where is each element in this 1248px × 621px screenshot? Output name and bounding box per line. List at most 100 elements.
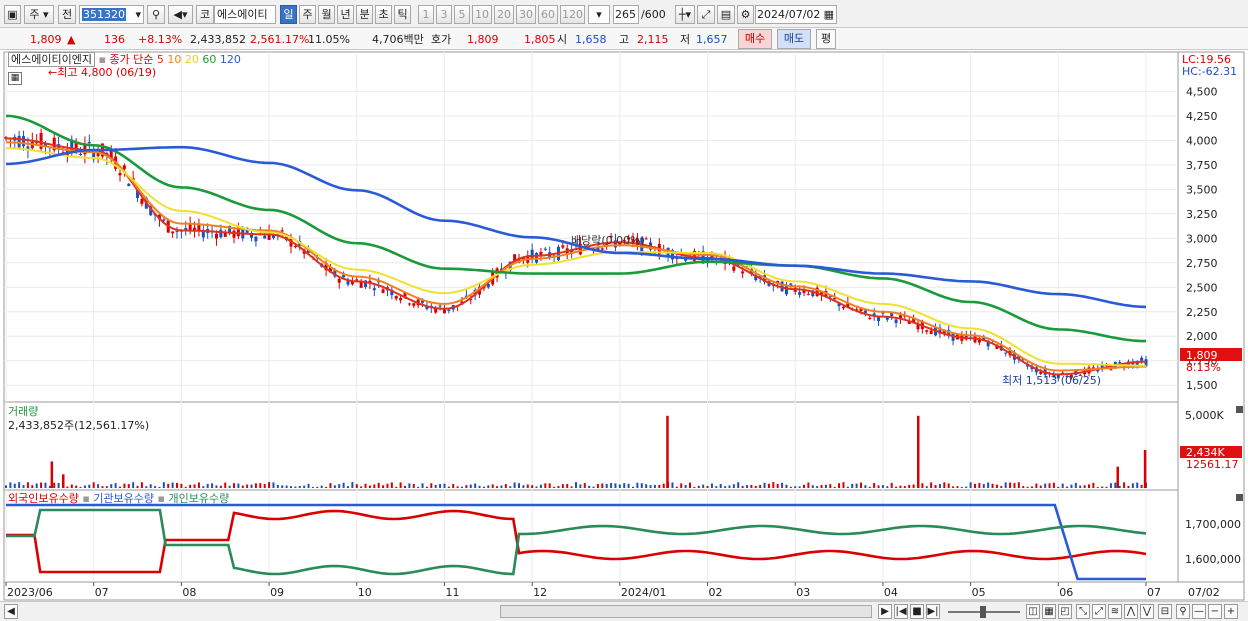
volume-bar xyxy=(290,486,292,488)
price-y-tick-label: 3,000 xyxy=(1186,232,1218,245)
tab-period-minute[interactable]: 분 xyxy=(356,5,373,24)
zoom-out-icon[interactable]: — xyxy=(1192,604,1206,619)
interval-button-1[interactable]: 1 xyxy=(418,5,434,24)
channel-tool-icon[interactable]: ⊟ xyxy=(1158,604,1172,619)
candle-body xyxy=(732,266,736,271)
institution-holdings-label: 기관보유수량 xyxy=(93,492,155,505)
volume-bar xyxy=(320,485,323,488)
view-toggle-button[interactable]: 전 xyxy=(58,5,76,24)
calendar-icon[interactable]: ▦ xyxy=(824,6,834,23)
volume-panel-frame xyxy=(3,401,1179,491)
candle-body xyxy=(79,154,83,156)
volume-bar xyxy=(325,486,328,488)
line-tool-icon[interactable]: ⤢ xyxy=(1092,604,1106,619)
last-page-icon[interactable]: ▶| xyxy=(926,604,940,619)
search-icon[interactable]: ⚲ xyxy=(147,5,165,24)
candle-body xyxy=(118,173,122,176)
save-icon[interactable]: ▤ xyxy=(717,5,735,24)
volume-bar xyxy=(943,482,946,488)
interval-button-30[interactable]: 30 xyxy=(516,5,536,24)
candle-body xyxy=(122,165,126,170)
volume-spike-bar xyxy=(1116,466,1119,488)
window-menu-icon[interactable]: ▣ xyxy=(4,5,21,24)
gear-icon[interactable]: ⚙ xyxy=(737,5,754,24)
low-value: 1,657 xyxy=(696,33,728,46)
volume-bar xyxy=(715,486,718,488)
draw-tool-icon[interactable]: ⤢ xyxy=(697,5,715,24)
date-input[interactable]: 2024/07/02 ▦ xyxy=(755,5,837,24)
volume-bar xyxy=(575,482,577,488)
compare-icon[interactable]: ◫ xyxy=(1026,604,1040,619)
layout-icon[interactable]: ◰ xyxy=(1058,604,1072,619)
volume-bar xyxy=(184,486,187,488)
table-toggle-icon[interactable]: ▦ xyxy=(8,72,22,85)
holdings-panel-close-icon[interactable] xyxy=(1236,494,1243,501)
sound-icon[interactable]: ◀▾ xyxy=(168,5,193,24)
interval-button-120[interactable]: 120 xyxy=(560,5,585,24)
volume-bar xyxy=(123,483,126,488)
trend-tool-icon[interactable]: ⤡ xyxy=(1076,604,1090,619)
candle-body xyxy=(201,231,205,238)
tab-period-day[interactable]: 일 xyxy=(280,5,297,24)
volume-bar xyxy=(48,485,51,488)
stock-code-input[interactable]: 351320 ▾ xyxy=(79,5,144,24)
interval-select[interactable]: ▾ xyxy=(588,5,610,24)
zoom-plus-icon[interactable]: + xyxy=(1224,604,1238,619)
interval-button-5[interactable]: 5 xyxy=(454,5,470,24)
candle-type-icon[interactable]: ┼▾ xyxy=(675,5,695,24)
volume-panel-close-icon[interactable] xyxy=(1236,406,1243,413)
price-y-tick-label: 3,250 xyxy=(1186,208,1218,221)
tab-period-week[interactable]: 주 xyxy=(299,5,316,24)
market-select[interactable]: 주 ▾ xyxy=(24,5,54,24)
candle-body xyxy=(162,219,166,221)
volume-bar xyxy=(811,485,814,488)
scroll-right-arrow-icon[interactable]: ▶ xyxy=(878,604,892,619)
tab-period-month[interactable]: 월 xyxy=(318,5,335,24)
holdings-y-tick-1: 1,700,000 xyxy=(1185,518,1241,531)
tab-period-year[interactable]: 년 xyxy=(337,5,354,24)
volume-bar xyxy=(259,483,262,488)
interval-button-20[interactable]: 20 xyxy=(494,5,514,24)
open-value: 1,658 xyxy=(575,33,607,46)
chart-canvas[interactable]: 4,500 4,250 4,000 3,750 3,500 3,250 3,000 2,750… xyxy=(0,50,1248,601)
grid-toggle-icon[interactable]: ▦ xyxy=(1042,604,1056,619)
volume-bar xyxy=(18,482,21,488)
eval-button[interactable]: 평 xyxy=(816,29,836,49)
stop-icon[interactable]: ■ xyxy=(910,604,924,619)
interval-button-3[interactable]: 3 xyxy=(436,5,452,24)
code-dropdown-icon[interactable]: ▾ xyxy=(135,6,141,23)
chart-area[interactable]: 4,500 4,250 4,000 3,750 3,500 3,250 3,000 2,750… xyxy=(0,50,1248,601)
fib-tool-icon[interactable]: ≋ xyxy=(1108,604,1122,619)
volume-bar xyxy=(526,484,529,488)
tab-period-tick[interactable]: 틱 xyxy=(394,5,411,24)
volume-bar xyxy=(434,484,437,488)
tab-period-second[interactable]: 초 xyxy=(375,5,392,24)
zoom-minus-icon[interactable]: − xyxy=(1208,604,1222,619)
period-tool-icon[interactable]: ⋀ xyxy=(1124,604,1138,619)
interval-button-10[interactable]: 10 xyxy=(472,5,492,24)
scrollbar-thumb[interactable] xyxy=(500,605,872,618)
volume-bar xyxy=(456,486,459,488)
volume-bar xyxy=(675,486,678,488)
first-page-icon[interactable]: |◀ xyxy=(894,604,908,619)
interval-button-60[interactable]: 60 xyxy=(538,5,558,24)
volume-bar xyxy=(303,485,306,488)
volume-bar xyxy=(40,482,43,488)
cycle-tool-icon[interactable]: ⋁ xyxy=(1140,604,1154,619)
candle-body xyxy=(561,245,565,248)
volume-bar xyxy=(88,484,91,488)
candle-body xyxy=(394,296,398,299)
buy-button[interactable]: 매수 xyxy=(738,29,772,49)
volume-bar xyxy=(338,484,341,488)
x-axis-tick-label: 09 xyxy=(270,586,284,599)
zoom-search-icon[interactable]: ⚲ xyxy=(1176,604,1190,619)
volume-bar xyxy=(978,482,981,488)
volume-bar xyxy=(114,483,117,488)
count-input[interactable]: 265 xyxy=(613,5,639,24)
scroll-left-arrow-icon[interactable]: ◀ xyxy=(4,604,18,619)
volume-bar xyxy=(1070,484,1073,488)
volume-bar xyxy=(548,483,551,488)
sell-button[interactable]: 매도 xyxy=(777,29,811,49)
volume-bar xyxy=(281,485,284,488)
zoom-slider-handle[interactable] xyxy=(980,606,986,618)
